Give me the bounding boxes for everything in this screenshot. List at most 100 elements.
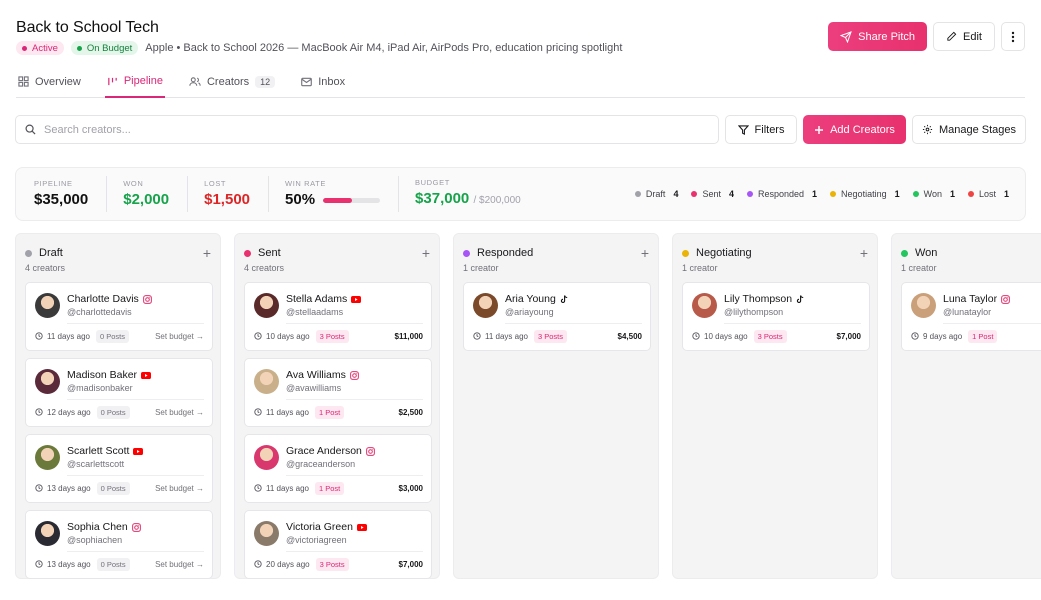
- edit-button[interactable]: Edit: [933, 22, 995, 51]
- card-divider: [286, 323, 423, 324]
- kanban-icon: [107, 76, 118, 87]
- more-vertical-icon: [1008, 31, 1018, 43]
- search-icon: [25, 124, 36, 135]
- more-options-button[interactable]: [1001, 22, 1025, 51]
- card-divider: [505, 323, 642, 324]
- add-to-column-icon[interactable]: +: [422, 246, 430, 260]
- avatar: [692, 293, 717, 318]
- add-to-column-icon[interactable]: +: [203, 246, 211, 260]
- creator-name-row: Victoria Green: [286, 521, 367, 533]
- activity-time: 13 days ago: [47, 483, 91, 493]
- creator-name-row: Charlotte Davis: [67, 293, 152, 305]
- creator-name: Aria Young: [505, 293, 556, 305]
- clock-icon: [35, 332, 43, 340]
- posts-badge: 3 Posts: [534, 329, 568, 343]
- legend-count: 4: [673, 189, 679, 199]
- creator-card[interactable]: Aria Young @ariayoung 11 days ago 3 Posts $4…: [463, 282, 651, 351]
- creator-name: Charlotte Davis: [67, 293, 139, 305]
- column-count: 1 creator: [463, 263, 499, 273]
- search-box: [15, 115, 719, 144]
- last-activity: 10 days ago: [254, 332, 310, 341]
- creator-handle: @lunataylor: [943, 307, 992, 317]
- tab-inbox[interactable]: Inbox: [299, 66, 347, 97]
- manage-stages-button[interactable]: Manage Stages: [912, 115, 1026, 144]
- last-activity: 9 days ago: [911, 332, 962, 341]
- posts-badge: 3 Posts: [753, 329, 787, 343]
- creator-card[interactable]: Ava Williams @avawilliams 11 days ago 1 Pos…: [244, 358, 432, 427]
- share-pitch-button[interactable]: Share Pitch: [828, 22, 928, 51]
- creator-name-row: Luna Taylor: [943, 293, 1010, 305]
- activity-time: 10 days ago: [266, 331, 310, 341]
- creator-name-row: Scarlett Scott: [67, 445, 144, 457]
- creator-card[interactable]: Luna Taylor @lunataylor 9 days ago 1 Post: [901, 282, 1041, 351]
- card-footer: 13 days ago 0 Posts Set budget →: [35, 557, 204, 571]
- column-title: Sent: [258, 247, 281, 259]
- creator-card[interactable]: Grace Anderson @graceanderson 11 days ago 1…: [244, 434, 432, 503]
- tab-pipeline[interactable]: Pipeline: [104, 66, 165, 98]
- card-divider: [67, 475, 204, 476]
- deal-amount: $11,000: [394, 331, 423, 341]
- column-title: Negotiating: [696, 247, 752, 259]
- pipeline-stats-bar: PIPELINE $35,000 WON $2,000 LOST $1,500 …: [15, 167, 1026, 221]
- creator-name: Sophia Chen: [67, 521, 128, 533]
- set-budget-link[interactable]: Set budget →: [155, 332, 204, 341]
- creator-name: Grace Anderson: [286, 445, 362, 457]
- creator-name: Luna Taylor: [943, 293, 998, 305]
- creator-name-row: Madison Baker: [67, 369, 152, 381]
- creator-card[interactable]: Stella Adams @stellaadams 10 days ago 3 Pos…: [244, 282, 432, 351]
- stage-column-negotiating: Negotiating +1 creator Lily Thompson @lilyt…: [672, 233, 878, 579]
- creator-name-row: Sophia Chen: [67, 521, 141, 533]
- creator-card[interactable]: Sophia Chen @sophiachen 13 days ago 0 Posts…: [25, 510, 213, 579]
- creator-card[interactable]: Victoria Green @victoriagreen 20 days ago 3…: [244, 510, 432, 579]
- creator-card[interactable]: Charlotte Davis @charlottedavis 11 days ag…: [25, 282, 213, 351]
- tab-creators[interactable]: Creators 12: [187, 66, 277, 97]
- column-title: Responded: [477, 247, 534, 259]
- stat-budget: BUDGET $37,000 / $200,000: [415, 178, 521, 207]
- column-header: Won+: [901, 246, 1041, 260]
- set-budget-link[interactable]: Set budget →: [155, 484, 204, 493]
- grid-icon: [18, 76, 29, 87]
- add-creators-button[interactable]: Add Creators: [803, 115, 906, 144]
- legend-dot: [967, 191, 974, 197]
- campaign-header: Back to School Tech Active On Budget App…: [16, 18, 1025, 60]
- stage-dot: [901, 249, 908, 257]
- posts-badge: 1 Post: [968, 329, 998, 343]
- last-activity: 12 days ago: [35, 408, 91, 417]
- card-divider: [724, 323, 861, 324]
- card-divider: [286, 399, 423, 400]
- creator-handle: @stellaadams: [286, 307, 344, 317]
- legend-count: 1: [894, 189, 900, 199]
- status-badge-budget: On Budget: [70, 41, 139, 55]
- last-activity: 13 days ago: [35, 560, 91, 569]
- column-header: Responded +: [463, 246, 649, 260]
- creator-card[interactable]: Lily Thompson @lilythompson 10 days ago 3 P…: [682, 282, 870, 351]
- stat-won: WON $2,000: [123, 176, 189, 212]
- tab-overview[interactable]: Overview: [16, 66, 83, 97]
- set-budget-link[interactable]: Set budget →: [155, 560, 204, 569]
- last-activity: 11 days ago: [254, 484, 309, 493]
- posts-badge: 3 Posts: [315, 329, 349, 343]
- posts-badge: 0 Posts: [96, 481, 130, 495]
- search-input[interactable]: [44, 123, 709, 136]
- stat-lost: LOST $1,500: [204, 176, 270, 212]
- legend-count: 1: [812, 189, 818, 199]
- add-to-column-icon[interactable]: +: [641, 246, 649, 260]
- legend-label: Draft: [645, 189, 666, 199]
- filters-button[interactable]: Filters: [725, 115, 797, 144]
- clock-icon: [254, 332, 262, 340]
- avatar: [35, 369, 60, 394]
- tab-bar: Overview Pipeline Creators 12 Inbox: [16, 66, 1025, 98]
- creators-count-badge: 12: [255, 75, 276, 88]
- column-count: 4 creators: [244, 263, 285, 273]
- avatar: [35, 521, 60, 546]
- creator-card[interactable]: Scarlett Scott @scarlettscott 13 days ago 0…: [25, 434, 213, 503]
- set-budget-link[interactable]: Set budget →: [155, 408, 204, 417]
- legend-dot: [691, 191, 698, 197]
- legend-dot: [746, 191, 753, 197]
- avatar: [35, 293, 60, 318]
- add-to-column-icon[interactable]: +: [860, 246, 868, 260]
- creator-card[interactable]: Madison Baker @madisonbaker 12 days ago 0 P…: [25, 358, 213, 427]
- legend-item-won: Won 1: [912, 189, 955, 199]
- stat-pipeline: PIPELINE $35,000: [34, 176, 108, 212]
- clock-icon: [35, 408, 43, 416]
